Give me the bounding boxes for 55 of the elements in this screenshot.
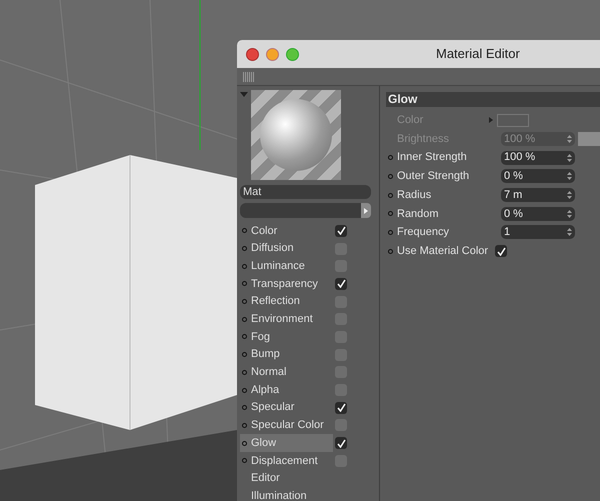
channel-item[interactable]: Editor xyxy=(240,470,333,488)
channel-item[interactable]: Normal xyxy=(240,364,333,382)
channel-item[interactable]: Specular xyxy=(240,398,333,417)
stepper-icon[interactable] xyxy=(567,210,572,218)
channel-item[interactable]: Bump xyxy=(240,346,333,364)
channel-item[interactable]: Fog xyxy=(240,328,333,346)
stepper-icon[interactable] xyxy=(567,228,572,236)
channel-item[interactable]: Diffusion xyxy=(240,240,333,258)
checkbox[interactable] xyxy=(495,245,507,258)
checkmark-icon xyxy=(336,403,346,412)
color-swatch[interactable] xyxy=(497,114,529,127)
channel-item[interactable]: Specular Color xyxy=(240,416,333,434)
window-title: Material Editor xyxy=(436,45,520,64)
checkmark-icon xyxy=(336,279,346,288)
checkmark-icon xyxy=(496,246,506,256)
minimize-button[interactable] xyxy=(266,48,279,60)
section-header: Glow xyxy=(386,92,600,107)
number-field[interactable]: 0 % xyxy=(501,169,575,184)
checkmark-icon xyxy=(336,438,346,448)
number-field[interactable]: 100 % xyxy=(501,150,575,165)
checkbox[interactable] xyxy=(335,224,347,237)
close-button[interactable] xyxy=(246,48,259,60)
property-label: Random xyxy=(397,206,440,222)
zoom-button[interactable] xyxy=(286,48,299,60)
checkbox[interactable] xyxy=(335,437,347,450)
property-label: Outer Strength xyxy=(397,169,470,184)
channel-item[interactable]: Environment xyxy=(240,310,333,328)
channel-item[interactable]: Glow xyxy=(240,434,333,452)
property-label: Frequency xyxy=(397,225,450,240)
property-label: Radius xyxy=(397,188,432,203)
channel-item[interactable]: Reflection xyxy=(240,292,333,310)
number-field[interactable]: 0 % xyxy=(501,206,575,221)
stepper-icon[interactable] xyxy=(567,191,572,200)
right-arrow-icon xyxy=(364,208,368,214)
dropdown-field[interactable] xyxy=(240,203,361,218)
property-label: Use Material Color xyxy=(397,244,490,259)
arrow-button[interactable] xyxy=(361,203,371,218)
channel-item[interactable]: Displacement xyxy=(240,452,333,470)
stepper-icon[interactable] xyxy=(567,135,572,144)
name-field[interactable]: Mat xyxy=(240,185,371,199)
stepper-icon[interactable] xyxy=(567,172,572,180)
checkbox[interactable] xyxy=(335,278,347,290)
checkbox[interactable] xyxy=(335,402,347,414)
channel-item[interactable]: Illumination xyxy=(240,487,333,501)
channel-item[interactable]: Color xyxy=(240,222,333,240)
checkmark-icon xyxy=(336,226,346,236)
stepper-icon[interactable] xyxy=(567,154,572,162)
property-label: Inner Strength xyxy=(397,150,468,166)
number-field[interactable]: 7 m xyxy=(501,188,575,202)
channel-item[interactable]: Transparency xyxy=(240,275,333,293)
channel-item[interactable]: Alpha xyxy=(240,381,333,399)
number-field[interactable]: 1 xyxy=(501,225,575,240)
grip-icon[interactable] xyxy=(243,72,254,82)
right-triangle-icon[interactable] xyxy=(489,117,493,124)
channel-item[interactable]: Luminance xyxy=(240,257,333,276)
